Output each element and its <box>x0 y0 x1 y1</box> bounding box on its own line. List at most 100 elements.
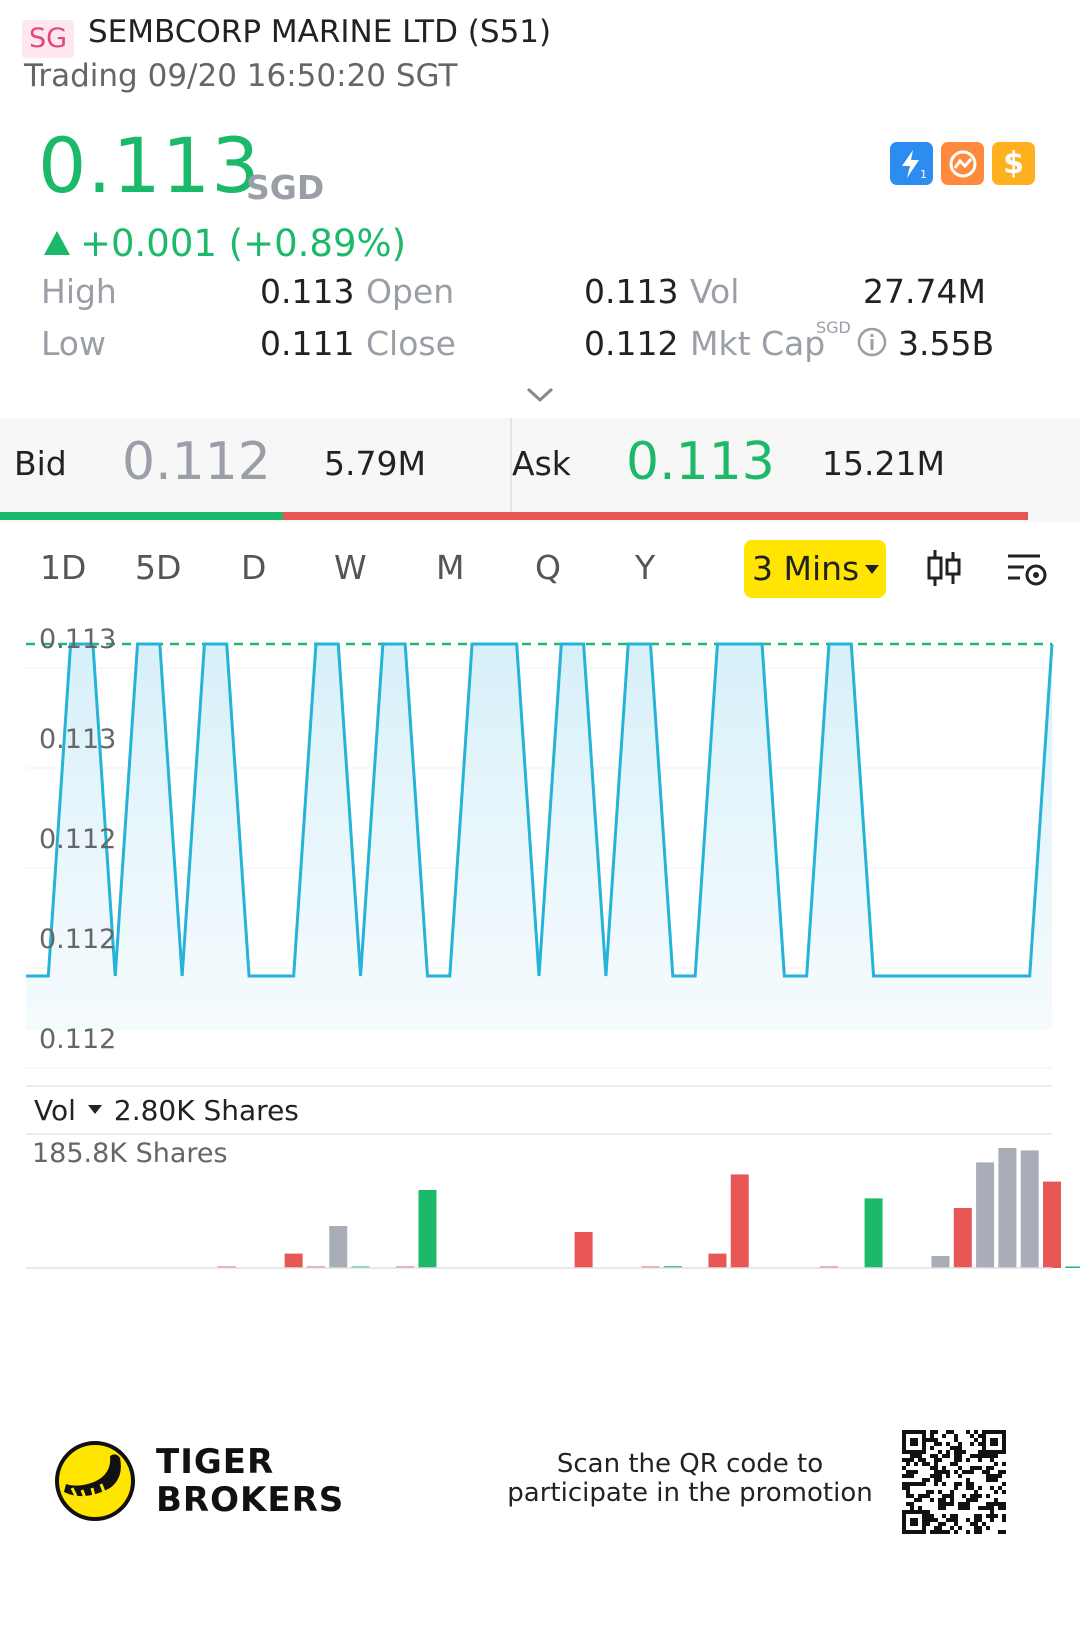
chart-settings-icon[interactable] <box>1004 548 1050 596</box>
qr-module <box>926 1522 930 1526</box>
qr-module <box>998 1470 1002 1474</box>
expand-chevron-icon[interactable] <box>525 386 555 408</box>
tab-5d[interactable]: 5D <box>135 548 181 587</box>
qr-module <box>930 1518 934 1522</box>
tab-w[interactable]: W <box>334 548 367 587</box>
qr-module <box>978 1506 982 1510</box>
qr-module <box>930 1530 934 1534</box>
qr-module <box>978 1518 982 1522</box>
qr-module <box>946 1518 950 1522</box>
qr-module <box>962 1502 966 1506</box>
qr-module <box>934 1478 938 1482</box>
qr-module <box>938 1442 942 1446</box>
qr-module <box>978 1486 982 1490</box>
qr-module <box>926 1438 930 1442</box>
ask-label: Ask <box>512 444 571 483</box>
qr-module <box>954 1446 958 1450</box>
info-icon[interactable] <box>856 326 888 366</box>
qr-module <box>906 1494 910 1498</box>
promo-text: Scan the QR code to participate in the p… <box>507 1449 873 1508</box>
market-badge: SG <box>22 20 74 58</box>
qr-module <box>918 1482 922 1486</box>
brand-name-line2: BROKERS <box>156 1480 345 1520</box>
qr-module <box>974 1466 978 1470</box>
qr-module <box>986 1470 990 1474</box>
qr-module <box>946 1430 950 1434</box>
qr-module <box>922 1462 926 1466</box>
qr-module <box>958 1502 962 1506</box>
qr-module <box>986 1526 990 1530</box>
qr-module <box>998 1486 1002 1490</box>
volume-chart-svg <box>26 1133 1080 1269</box>
y-tick-label: 0.112 <box>39 1024 117 1055</box>
qr-module <box>986 1514 990 1518</box>
volume-chart[interactable] <box>0 1132 1080 1272</box>
qr-module <box>918 1458 922 1462</box>
qr-module <box>982 1522 986 1526</box>
qr-module <box>910 1470 914 1474</box>
ask-section[interactable]: Ask 0.113 15.21M <box>512 418 1028 512</box>
qr-module <box>974 1438 978 1442</box>
qr-module <box>906 1482 910 1486</box>
qr-module <box>966 1518 970 1522</box>
qr-module <box>986 1474 990 1478</box>
qr-module <box>974 1430 978 1434</box>
lightning-1-icon[interactable]: 1 <box>890 142 933 185</box>
qr-module <box>942 1530 946 1534</box>
qr-module <box>962 1506 966 1510</box>
qr-module <box>906 1458 910 1462</box>
qr-module <box>946 1470 950 1474</box>
qr-module <box>978 1450 982 1454</box>
dollar-icon[interactable]: $ <box>992 142 1035 185</box>
high-value: 0.113 <box>260 272 355 311</box>
low-label: Low <box>41 324 106 363</box>
volume-bar <box>574 1232 593 1268</box>
qr-module <box>1002 1482 1006 1486</box>
volume-bar <box>1020 1150 1039 1268</box>
volume-bar <box>708 1253 727 1268</box>
tab-q[interactable]: Q <box>535 548 561 587</box>
last-price: 0.113 <box>38 121 261 210</box>
bid-section[interactable]: Bid 0.112 5.79M <box>0 418 510 512</box>
volume-bar <box>418 1190 437 1268</box>
volume-bar <box>329 1226 348 1268</box>
tiger-logo <box>54 1440 136 1522</box>
qr-module <box>998 1474 1002 1478</box>
qr-module <box>974 1530 978 1534</box>
qr-module <box>954 1438 958 1442</box>
qr-module <box>938 1502 942 1506</box>
qr-code[interactable] <box>902 1430 1006 1538</box>
qr-module <box>966 1506 970 1510</box>
qr-module <box>982 1454 986 1458</box>
qr-module <box>1002 1514 1006 1518</box>
bid-ratio-bar <box>0 512 283 520</box>
tab-d[interactable]: D <box>241 548 266 587</box>
low-value: 0.111 <box>260 324 355 363</box>
tab-3-mins[interactable]: 3 Mins <box>744 540 886 598</box>
price-chart[interactable]: 0.113 0.113 0.112 0.112 0.112 <box>0 610 1080 1090</box>
quote-icons: 1 $ <box>890 142 1035 185</box>
volume-bar <box>730 1174 749 1268</box>
trading-status: Trading 09/20 16:50:20 SGT <box>24 58 458 94</box>
qr-module <box>906 1462 910 1466</box>
tab-y[interactable]: Y <box>635 548 655 587</box>
qr-module <box>958 1466 962 1470</box>
qr-finder-center <box>910 1438 918 1446</box>
qr-module <box>990 1458 994 1462</box>
volume-header[interactable]: Vol 2.80K Shares <box>34 1094 299 1127</box>
mktcap-value: 3.55B <box>898 324 995 363</box>
qr-module <box>902 1458 906 1462</box>
price-change: +0.001 (+0.89%) <box>44 222 406 265</box>
qr-module <box>914 1462 918 1466</box>
candlestick-icon[interactable] <box>924 546 964 594</box>
qr-module <box>934 1430 938 1434</box>
options-chain-icon[interactable] <box>941 142 984 185</box>
qr-module <box>966 1458 970 1462</box>
tab-1d[interactable]: 1D <box>40 548 86 587</box>
qr-module <box>998 1502 1002 1506</box>
qr-module <box>938 1526 942 1530</box>
tab-m[interactable]: M <box>436 548 464 587</box>
qr-module <box>970 1454 974 1458</box>
qr-module <box>946 1530 950 1534</box>
open-value: 0.113 <box>584 272 679 311</box>
